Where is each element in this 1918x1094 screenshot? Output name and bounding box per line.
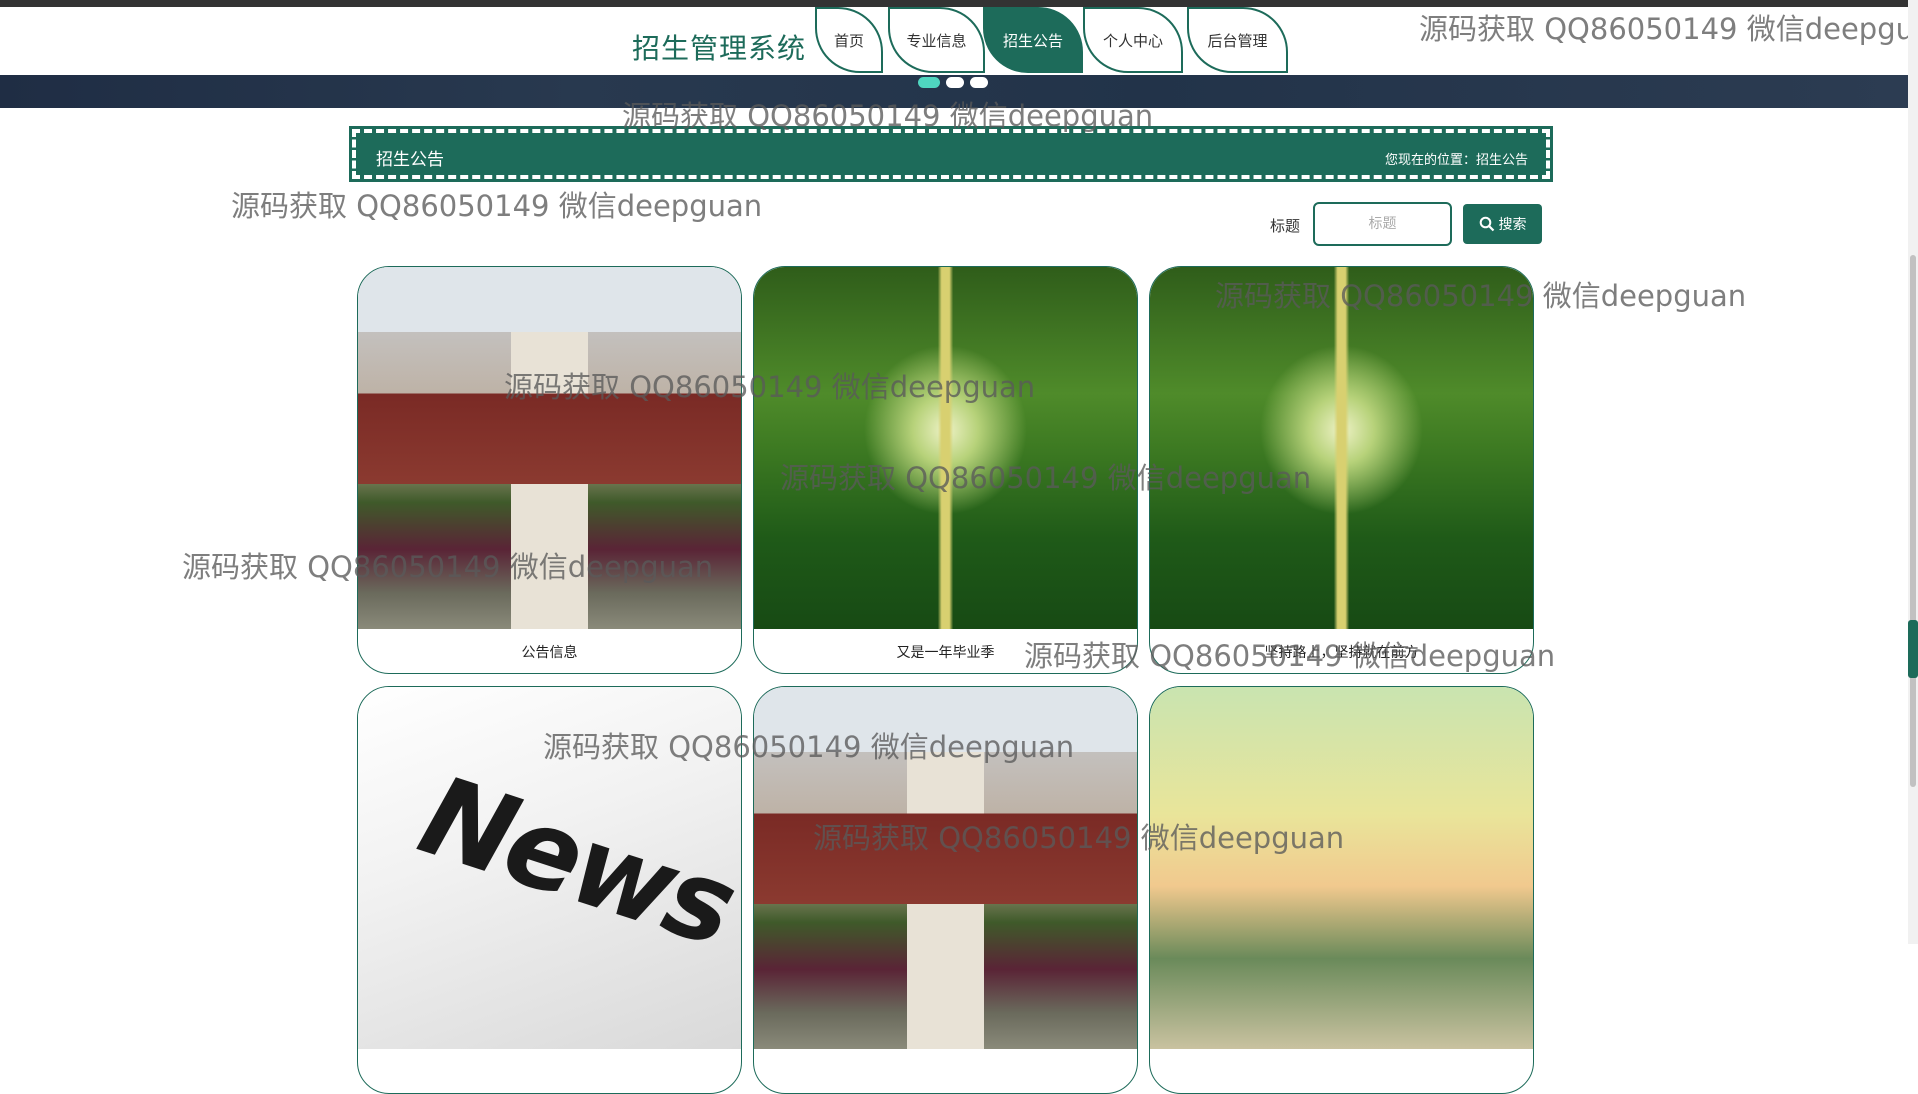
scrollbar-marker	[1908, 620, 1918, 678]
school-building-image	[754, 687, 1137, 1049]
search-icon	[1479, 216, 1494, 232]
notice-card-title: 又是一年毕业季	[896, 645, 995, 661]
browser-top-strip	[0, 0, 1918, 7]
notice-card-title: 坚持路上，坚持就在前方	[1264, 645, 1419, 661]
scrollbar-thumb[interactable]	[1910, 255, 1916, 787]
carousel-dot-3[interactable]	[970, 77, 988, 88]
carousel-indicators	[918, 77, 988, 88]
news-image-text: News	[405, 751, 742, 971]
search-input[interactable]	[1313, 202, 1452, 246]
section-header-bar: 招生公告 您现在的位置：招生公告	[349, 126, 1553, 182]
carousel-dot-2[interactable]	[946, 77, 964, 88]
notice-card[interactable]	[753, 686, 1138, 1094]
notice-card[interactable]	[1149, 686, 1534, 1094]
tree-lined-road-image	[1150, 267, 1533, 629]
notice-card[interactable]: 公告信息	[357, 266, 742, 674]
carousel-dot-1[interactable]	[918, 77, 940, 88]
notice-card[interactable]: 坚持路上，坚持就在前方	[1149, 266, 1534, 674]
search-button[interactable]: 搜索	[1463, 204, 1542, 244]
search-button-label: 搜索	[1498, 216, 1527, 232]
newspaper-image: News	[358, 687, 741, 1049]
notice-card[interactable]: News	[357, 686, 742, 1094]
section-title: 招生公告	[376, 150, 444, 170]
school-building-image	[358, 267, 741, 629]
notice-card-title: 公告信息	[521, 645, 578, 661]
campus-sunset-image	[1150, 687, 1533, 1049]
breadcrumb: 您现在的位置：招生公告	[1384, 153, 1528, 168]
tree-lined-road-image	[754, 267, 1137, 629]
search-label: 标题	[1270, 217, 1301, 235]
notice-card[interactable]: 又是一年毕业季	[753, 266, 1138, 674]
site-title: 招生管理系统	[632, 32, 807, 65]
watermark-text: 源码获取 QQ86050149 微信deepguan	[231, 189, 763, 223]
